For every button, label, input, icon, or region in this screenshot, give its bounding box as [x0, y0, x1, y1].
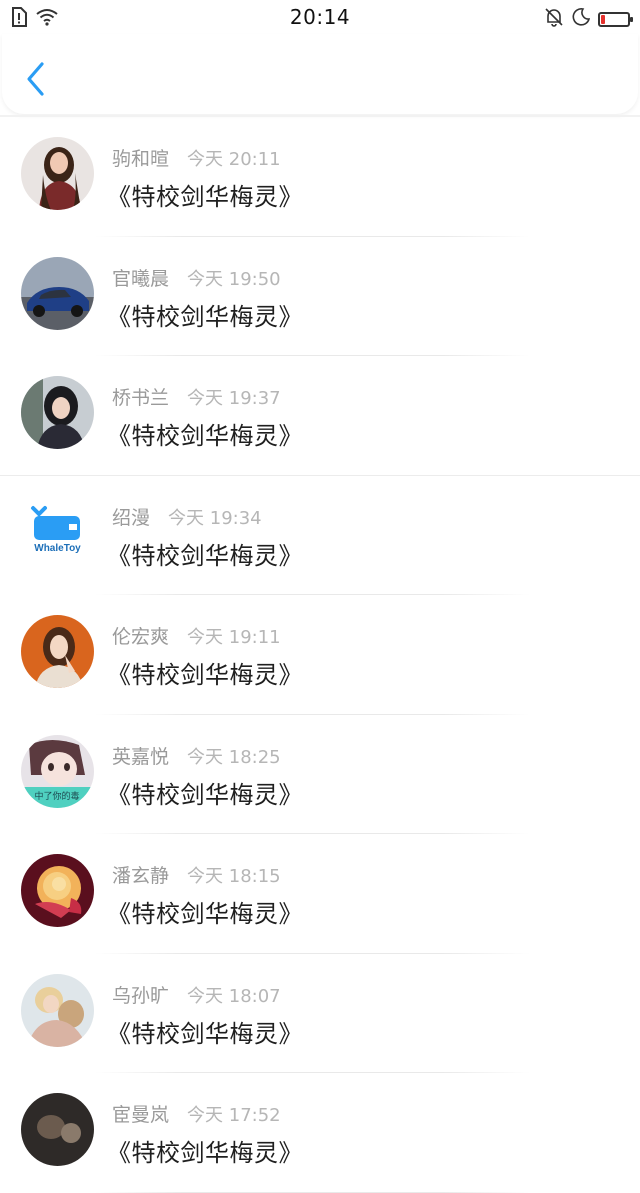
avatar[interactable]	[21, 376, 94, 449]
comment-text: 《特校剑华梅灵》	[107, 422, 303, 450]
comment-text: 《特校剑华梅灵》	[107, 780, 303, 809]
timestamp: 今天 19:34	[168, 507, 262, 529]
timestamp: 今天 18:25	[187, 746, 281, 768]
avatar-caption: 中了你的毒	[34, 790, 79, 802]
comment-text: 《特校剑华梅灵》	[107, 1139, 303, 1167]
user-name: 潘玄静	[112, 865, 170, 887]
user-name: 英嘉悦	[112, 745, 170, 768]
user-name: 官曦晨	[112, 267, 170, 290]
timestamp: 今天 19:37	[187, 388, 281, 409]
avatar[interactable]	[21, 854, 94, 927]
comment-text: 《特校剑华梅灵》	[107, 661, 303, 689]
comment-text: 《特校剑华梅灵》	[107, 183, 303, 211]
avatar[interactable]: WhaleToy	[21, 495, 94, 569]
timestamp: 今天 19:50	[187, 268, 281, 290]
moon-icon	[572, 8, 591, 30]
timestamp: 今天 18:15	[187, 866, 281, 887]
list-item[interactable]: 宦曼岚 今天 17:52 《特校剑华梅灵》	[0, 1073, 640, 1193]
battery-level	[601, 14, 605, 24]
list-item[interactable]: 乌孙旷 今天 18:07 《特校剑华梅灵》	[0, 954, 640, 1073]
user-name: 宦曼岚	[112, 1104, 170, 1126]
list-item[interactable]: 潘玄静 今天 18:15 《特校剑华梅灵》	[0, 834, 640, 954]
status-right-icons	[544, 7, 633, 31]
whaletoy-logo-text: WhaleToy	[34, 543, 81, 554]
comment-text: 《特校剑华梅灵》	[107, 900, 303, 928]
avatar[interactable]: 中了你的毒	[21, 734, 94, 808]
comment-text: 《特校剑华梅灵》	[107, 1019, 303, 1048]
avatar[interactable]	[21, 256, 94, 330]
timestamp: 今天 17:52	[187, 1105, 281, 1126]
comment-text: 《特校剑华梅灵》	[107, 302, 303, 331]
battery-icon	[598, 11, 633, 27]
list-item[interactable]: 驹和暄 今天 20:11 《特校剑华梅灵》	[0, 117, 640, 237]
list-item[interactable]: 中了你的毒 英嘉悦 今天 18:25 《特校剑华梅灵》	[0, 715, 640, 834]
user-name: 桥书兰	[112, 387, 170, 409]
user-name: 伦宏爽	[112, 626, 170, 648]
avatar[interactable]	[21, 1093, 94, 1166]
bell-muted-icon	[544, 7, 564, 31]
status-bar: 20:14	[0, 0, 640, 34]
timestamp: 今天 20:11	[187, 149, 281, 170]
avatar[interactable]	[21, 137, 94, 210]
avatar[interactable]	[21, 615, 94, 688]
list-item[interactable]: 官曦晨 今天 19:50 《特校剑华梅灵》	[0, 237, 640, 356]
timestamp: 今天 19:11	[187, 627, 281, 648]
comment-list: 驹和暄 今天 20:11 《特校剑华梅灵》 官曦晨 今天 19:50 《特校剑华…	[0, 117, 640, 1193]
divider	[95, 1191, 530, 1193]
comment-text: 《特校剑华梅灵》	[107, 541, 303, 570]
user-name: 绍漫	[112, 506, 151, 529]
list-item[interactable]: 伦宏爽 今天 19:11 《特校剑华梅灵》	[0, 595, 640, 715]
chevron-left-icon	[27, 62, 44, 96]
user-name: 驹和暄	[112, 148, 170, 170]
back-button[interactable]	[22, 60, 50, 98]
list-item[interactable]: 桥书兰 今天 19:37 《特校剑华梅灵》	[0, 356, 640, 476]
user-name: 乌孙旷	[112, 984, 170, 1007]
list-item[interactable]: WhaleToy 绍漫 今天 19:34 《特校剑华梅灵》	[0, 476, 640, 595]
timestamp: 今天 18:07	[187, 985, 281, 1007]
header	[2, 34, 638, 114]
avatar[interactable]	[21, 973, 94, 1047]
